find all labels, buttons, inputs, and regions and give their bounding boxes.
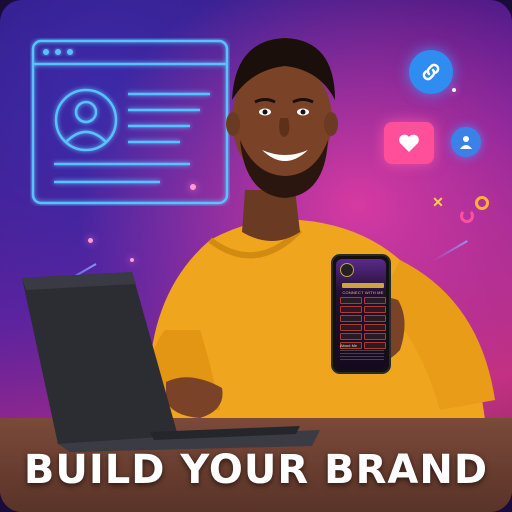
phone-link (340, 333, 362, 340)
phone-icon: CONNECT WITH ME About Me (331, 254, 391, 374)
phone-about-heading: About Me (340, 343, 358, 348)
phone-link (364, 306, 386, 313)
phone-link (340, 315, 362, 322)
promo-banner: ✕ CONNECT WITH ME About Me BUILD YOUR BR… (0, 0, 512, 512)
phone-link (364, 324, 386, 331)
phone-avatar (340, 263, 354, 277)
phone-banner (342, 283, 384, 288)
phone-bio-text (340, 350, 384, 360)
laptop-icon (22, 272, 320, 452)
phone-link (340, 306, 362, 313)
phone-link (364, 333, 386, 340)
phone-link (364, 315, 386, 322)
phone-screen: CONNECT WITH ME About Me (336, 259, 386, 369)
phone-link (340, 324, 362, 331)
phone-link-grid (340, 297, 386, 349)
headline: BUILD YOUR BRAND (23, 447, 489, 493)
phone-link (364, 342, 386, 349)
phone-link (340, 297, 362, 304)
phone-tagline: CONNECT WITH ME (342, 290, 384, 295)
phone-link (364, 297, 386, 304)
